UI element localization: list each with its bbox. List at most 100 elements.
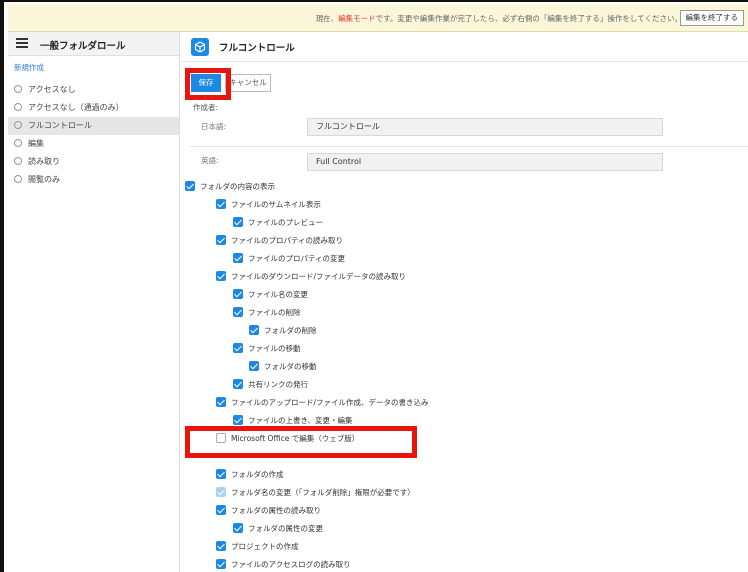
perm-label: フォルダの作成 bbox=[231, 470, 284, 479]
role-circle-icon bbox=[14, 84, 22, 93]
new-role-link[interactable]: 新規作成 bbox=[14, 62, 179, 73]
checkbox[interactable] bbox=[233, 307, 243, 317]
perm-label: フォルダの内容の表示 bbox=[200, 182, 275, 191]
notice-text-before: 現在、 bbox=[315, 14, 339, 23]
perm-label: フォルダの属性の読み取り bbox=[231, 506, 321, 515]
perm-read-folder-attributes[interactable]: フォルダの属性の読み取り bbox=[216, 505, 321, 520]
checkbox[interactable] bbox=[233, 217, 243, 227]
checkbox[interactable] bbox=[216, 271, 226, 281]
perm-preview[interactable]: ファイルのプレビュー bbox=[233, 217, 323, 232]
sidebar-item-label: 読み取り bbox=[28, 157, 60, 166]
header-divider bbox=[181, 61, 748, 62]
sidebar-item-label: アクセスなし（通過のみ） bbox=[28, 103, 124, 112]
role-circle-icon bbox=[14, 102, 22, 111]
perm-rename-file[interactable]: ファイル名の変更 bbox=[233, 289, 308, 304]
checkbox[interactable] bbox=[216, 397, 226, 407]
checkbox[interactable] bbox=[233, 379, 243, 389]
sidebar-item-edit[interactable]: 編集 bbox=[8, 135, 179, 153]
checkbox[interactable] bbox=[185, 181, 195, 191]
sidebar-item-read[interactable]: 読み取り bbox=[8, 153, 179, 171]
sidebar-header: 一般フォルダロール bbox=[8, 32, 179, 56]
checkbox[interactable] bbox=[233, 289, 243, 299]
sidebar-item-label: 閲覧のみ bbox=[28, 175, 60, 184]
perm-change-folder-attributes[interactable]: フォルダの属性の変更 bbox=[233, 523, 323, 538]
sidebar-title: 一般フォルダロール bbox=[40, 41, 126, 52]
checkbox[interactable] bbox=[216, 559, 226, 569]
role-circle-icon bbox=[14, 156, 22, 165]
perm-label: ファイルのアクセスログの読み取り bbox=[231, 560, 351, 569]
sidebar-item-full-control[interactable]: フルコントロール bbox=[8, 117, 179, 135]
checkbox[interactable] bbox=[216, 199, 226, 209]
sidebar-item-no-access-pass[interactable]: アクセスなし（通過のみ） bbox=[8, 99, 179, 117]
app-frame: 現在、編集モードです。変更や編集作業が完了したら、必ず右側の「編集を終了する」操… bbox=[0, 0, 748, 572]
perm-rename-folder[interactable]: フォルダ名の変更（「フォルダ削除」権限が必要です） bbox=[216, 487, 415, 502]
checkbox[interactable] bbox=[233, 523, 243, 533]
perm-label: フォルダの移動 bbox=[264, 362, 317, 371]
main-panel: フルコントロール 保存 キャンセル 作成者: 日本語: フルコントロール 英語:… bbox=[181, 32, 748, 572]
page-title: フルコントロール bbox=[219, 43, 295, 54]
sidebar-item-label: フルコントロール bbox=[28, 121, 92, 130]
perm-label: フォルダの削除 bbox=[264, 326, 317, 335]
perm-label: ファイルのプロパティの読み取り bbox=[231, 236, 344, 245]
japanese-name-field[interactable]: フルコントロール bbox=[307, 118, 663, 136]
role-circle-icon bbox=[14, 138, 22, 147]
perm-label: ファイルの削除 bbox=[248, 308, 301, 317]
perm-move-file[interactable]: ファイルの移動 bbox=[233, 343, 301, 358]
creator-label: 作成者: bbox=[193, 103, 219, 112]
perm-delete-folder[interactable]: フォルダの削除 bbox=[249, 325, 317, 340]
sidebar: 一般フォルダロール 新規作成 アクセスなし アクセスなし（通過のみ） フルコント… bbox=[8, 32, 180, 572]
perm-label: ファイルのプレビュー bbox=[248, 218, 323, 227]
checkbox[interactable] bbox=[216, 469, 226, 479]
cube-icon bbox=[191, 38, 209, 56]
notice-text-after: です。変更や編集作業が完了したら、必ず右側の「編集を終了する」操作をしてください… bbox=[375, 14, 682, 23]
perm-download[interactable]: ファイルのダウンロード/ファイルデータの読み取り bbox=[216, 271, 407, 286]
perm-label: ファイルのアップロード/ファイル作成、データの書き込み bbox=[231, 398, 429, 407]
checkbox[interactable] bbox=[233, 343, 243, 353]
highlight-frame-save bbox=[185, 68, 231, 100]
role-circle-icon bbox=[14, 120, 22, 129]
checkbox[interactable] bbox=[249, 325, 259, 335]
perm-thumbnail[interactable]: ファイルのサムネイル表示 bbox=[216, 199, 321, 214]
sidebar-item-no-access[interactable]: アクセスなし bbox=[8, 81, 179, 99]
highlight-frame-ms-office bbox=[185, 426, 417, 458]
perm-label: ファイルのサムネイル表示 bbox=[231, 200, 321, 209]
sidebar-item-label: 編集 bbox=[28, 139, 44, 148]
perm-label: ファイルのプロパティの変更 bbox=[248, 254, 346, 263]
finish-edit-button[interactable]: 編集を終了する bbox=[679, 10, 744, 26]
perm-create-folder[interactable]: フォルダの作成 bbox=[216, 469, 284, 484]
perm-read-properties[interactable]: ファイルのプロパティの読み取り bbox=[216, 235, 344, 250]
edit-mode-notice: 現在、編集モードです。変更や編集作業が完了したら、必ず右側の「編集を終了する」操… bbox=[8, 4, 748, 32]
perm-create-project[interactable]: プロジェクトの作成 bbox=[216, 541, 299, 556]
checkbox[interactable] bbox=[216, 541, 226, 551]
checkbox[interactable] bbox=[216, 235, 226, 245]
checkbox[interactable] bbox=[233, 415, 243, 425]
perm-delete-file[interactable]: ファイルの削除 bbox=[233, 307, 301, 322]
perm-folder-content-view[interactable]: フォルダの内容の表示 bbox=[185, 181, 275, 196]
perm-move-folder[interactable]: フォルダの移動 bbox=[249, 361, 317, 376]
perm-label: ファイルのダウンロード/ファイルデータの読み取り bbox=[231, 272, 407, 281]
role-list: アクセスなし アクセスなし（通過のみ） フルコントロール 編集 読み取り 閲覧の… bbox=[8, 81, 179, 189]
english-name-field[interactable]: Full Control bbox=[307, 153, 663, 171]
perm-label: フォルダ名の変更（「フォルダ削除」権限が必要です） bbox=[231, 488, 415, 497]
hamburger-menu-icon[interactable] bbox=[16, 38, 28, 48]
checkbox bbox=[216, 487, 226, 497]
perm-read-access-log[interactable]: ファイルのアクセスログの読み取り bbox=[216, 559, 351, 572]
perm-label: ファイル名の変更 bbox=[248, 290, 308, 299]
english-label: 英語: bbox=[201, 156, 219, 165]
perm-share-link[interactable]: 共有リンクの発行 bbox=[233, 379, 308, 394]
perm-upload[interactable]: ファイルのアップロード/ファイル作成、データの書き込み bbox=[216, 397, 429, 412]
checkbox[interactable] bbox=[233, 253, 243, 263]
cancel-button[interactable]: キャンセル bbox=[225, 74, 271, 92]
perm-change-properties[interactable]: ファイルのプロパティの変更 bbox=[233, 253, 346, 268]
checkbox[interactable] bbox=[216, 505, 226, 515]
checkbox[interactable] bbox=[249, 361, 259, 371]
perm-label: ファイルの移動 bbox=[248, 344, 301, 353]
divider bbox=[189, 146, 748, 147]
perm-label: ファイルの上書き、変更・編集 bbox=[248, 416, 353, 425]
role-circle-icon bbox=[14, 174, 22, 183]
sidebar-item-view-only[interactable]: 閲覧のみ bbox=[8, 171, 179, 189]
notice-highlight: 編集モード bbox=[338, 14, 376, 23]
perm-label: フォルダの属性の変更 bbox=[248, 524, 323, 533]
japanese-label: 日本語: bbox=[201, 122, 227, 131]
notice-text: 現在、編集モードです。変更や編集作業が完了したら、必ず右側の「編集を終了する」操… bbox=[316, 13, 682, 24]
